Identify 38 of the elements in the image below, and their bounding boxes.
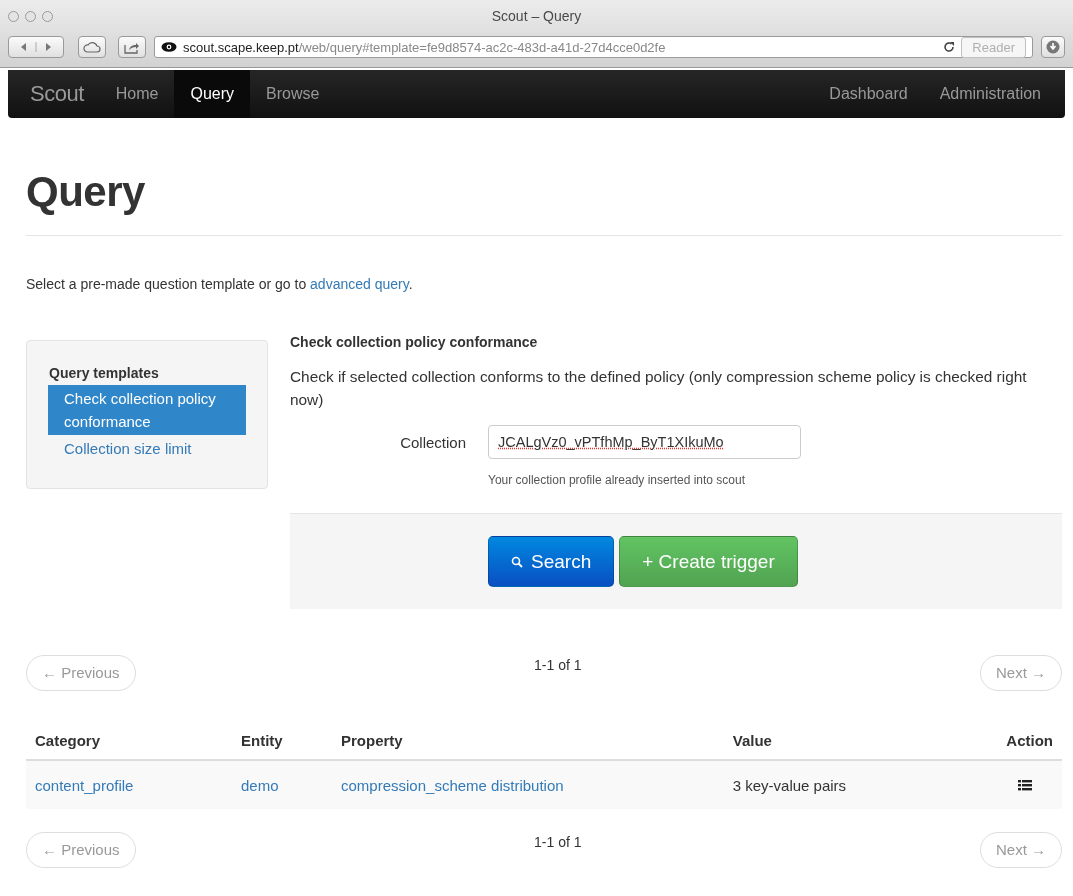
intro-text: Select a pre-made question template or go to advanced query. <box>26 275 414 294</box>
template-description: Check if selected collection conforms to the defined policy (only compression scheme policy is checked right now) <box>290 367 1028 410</box>
share-button[interactable] <box>118 36 146 58</box>
help-text: Your collection profile already inserted into scout <box>488 473 747 487</box>
reload-icon[interactable] <box>943 41 956 53</box>
share-icon <box>124 40 140 54</box>
advanced-query-link[interactable]: advanced query <box>310 276 409 292</box>
page-info: 1-1 of 1 <box>534 657 582 673</box>
downloads-button[interactable] <box>1041 36 1065 58</box>
nav-link[interactable]: Browse <box>250 70 336 118</box>
page-info: 1-1 of 1 <box>534 834 582 850</box>
url-text: scout.scape.keep.pt/web/query#template=fe9d8574-ac2c-483d-a41d-27d4cce0d2fe <box>183 39 666 55</box>
nav-link[interactable]: Dashboard <box>813 70 924 118</box>
window-title: Scout – Query <box>491 8 582 24</box>
collection-field[interactable]: JCALgVz0_vPTfhMp_ByT1XIkuMo <box>488 425 801 459</box>
search-button[interactable]: Search <box>488 536 615 587</box>
create-trigger-button[interactable]: + Create trigger <box>619 536 798 587</box>
panel-heading: Query templates <box>48 365 160 381</box>
page-heading: Query <box>26 170 146 214</box>
nav-link[interactable]: Administration <box>923 70 1057 118</box>
category-link[interactable]: content_profile <box>35 776 134 794</box>
brand-logo[interactable]: Scout <box>30 70 84 118</box>
nav-link[interactable]: Home <box>99 70 175 118</box>
field-label: Collection <box>399 433 467 451</box>
search-icon <box>511 555 523 568</box>
list-icon[interactable] <box>1018 778 1032 791</box>
back-forward-button[interactable] <box>8 36 64 58</box>
template-title: Check collection policy conformance <box>290 334 539 350</box>
nav-link[interactable]: Query <box>174 70 251 118</box>
address-bar[interactable]: scout.scape.keep.pt/web/query#template=fe9d8574-ac2c-483d-a41d-27d4cce0d2fe Reader <box>154 36 1033 58</box>
entity-link[interactable]: demo <box>241 776 279 794</box>
template-item[interactable]: Check collection policy conformance <box>48 385 246 435</box>
download-icon <box>1046 40 1060 54</box>
cloud-button[interactable] <box>78 36 106 58</box>
eye-icon <box>161 42 177 52</box>
table-cell: 3 key-value pairs <box>723 760 957 809</box>
template-item[interactable]: Collection size limit <box>48 435 246 462</box>
cloud-icon <box>83 41 101 53</box>
